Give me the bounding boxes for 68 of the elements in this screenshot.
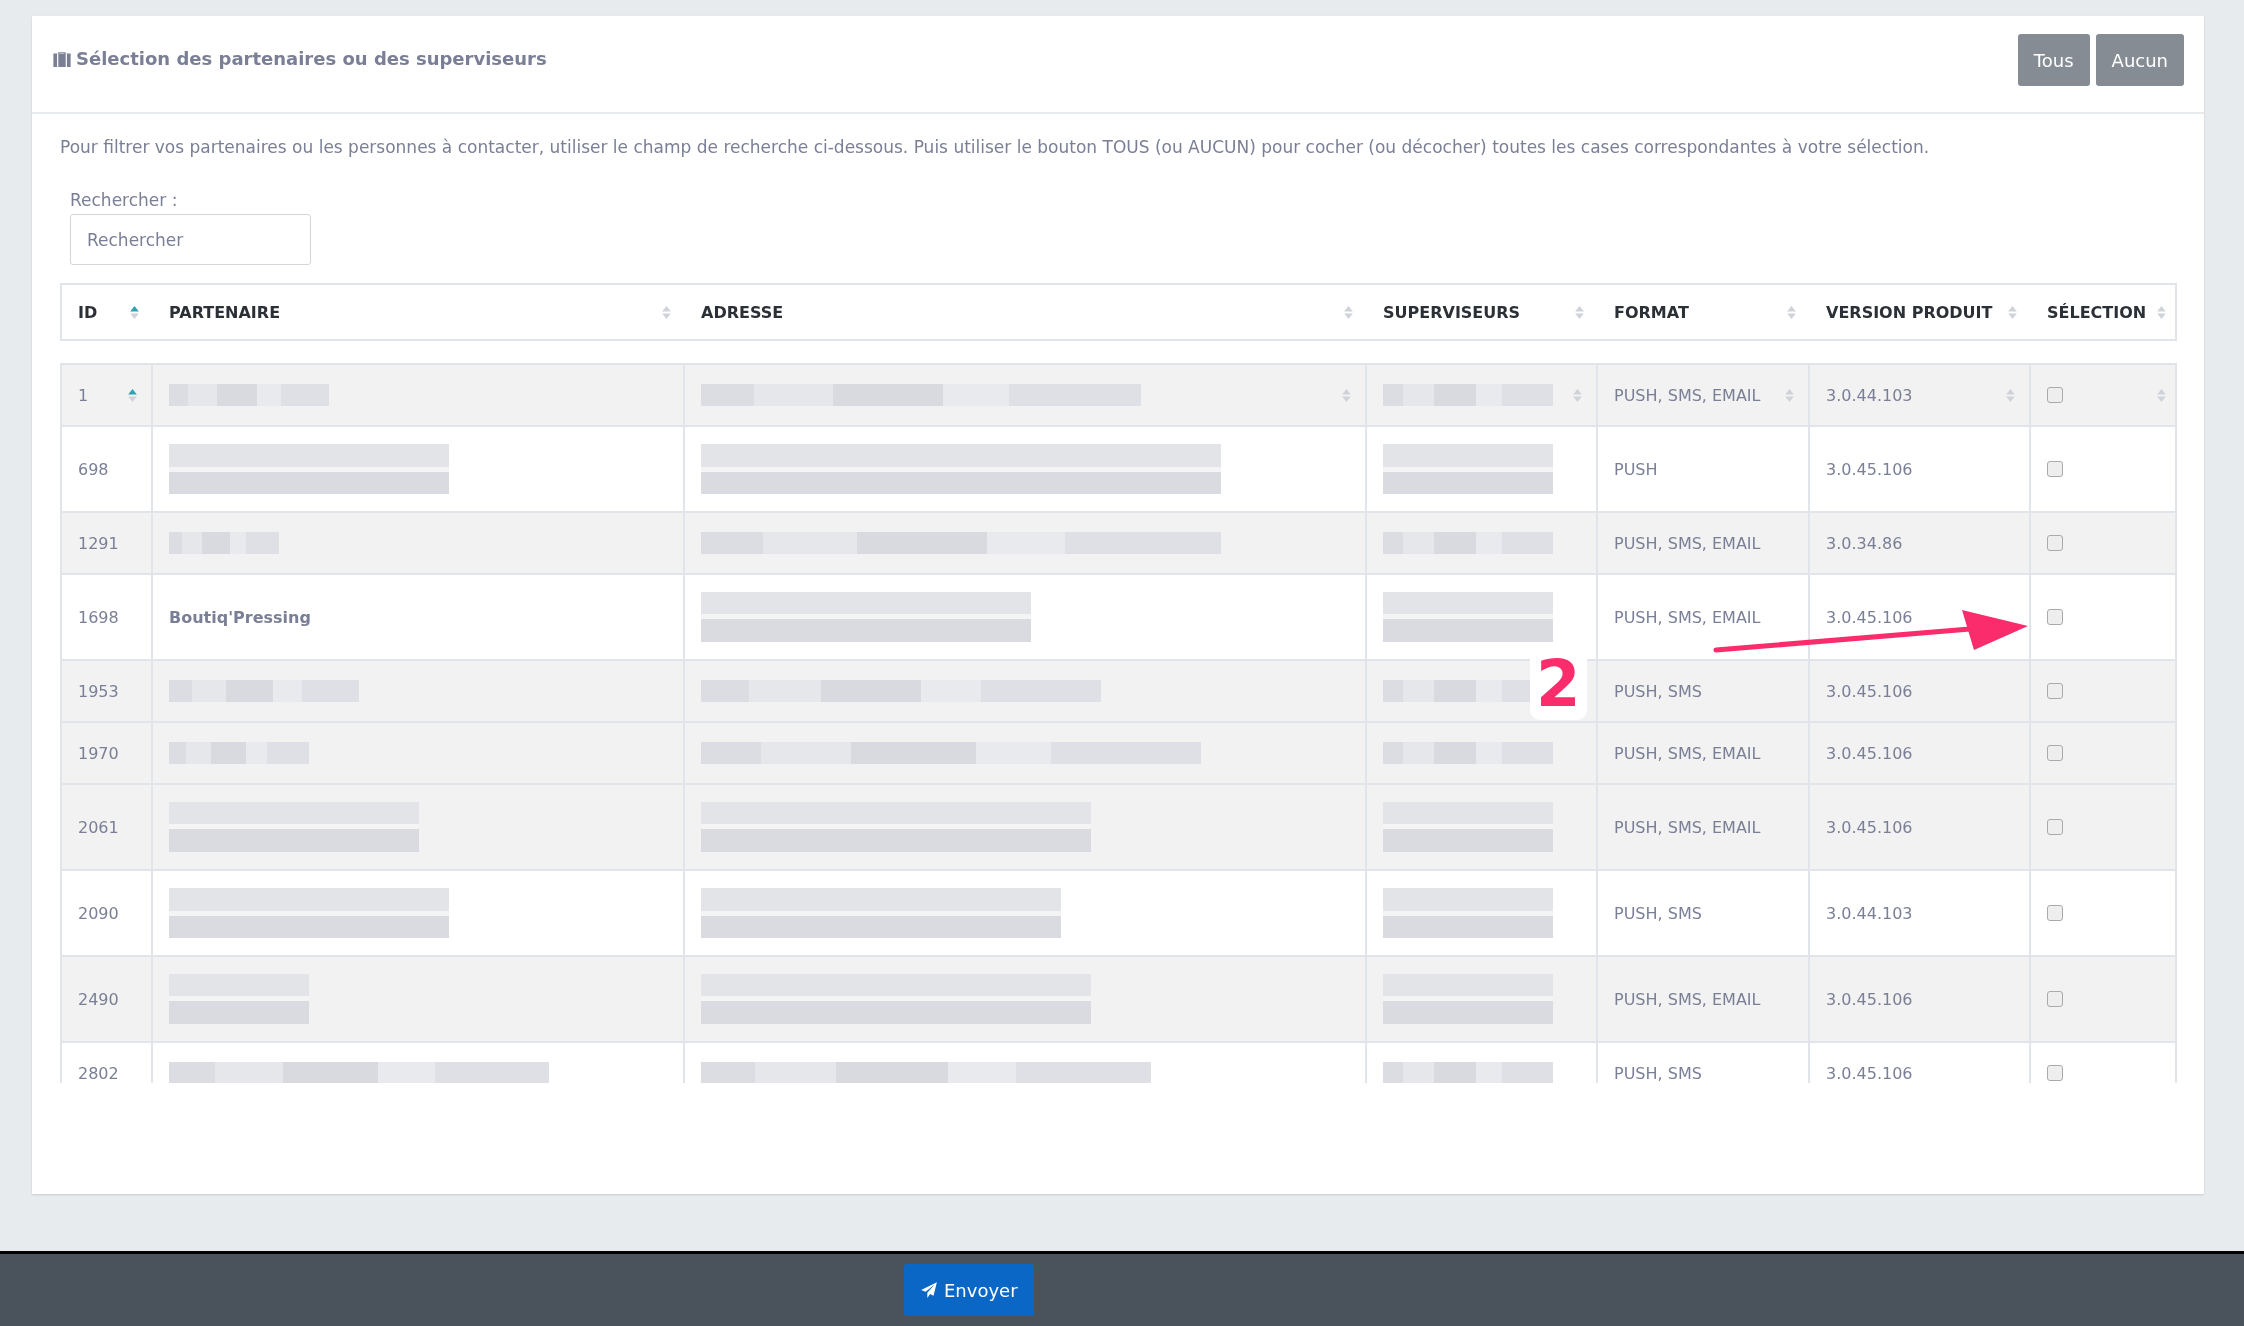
table-cell: PUSH, SMS, EMAIL — [1614, 385, 1761, 405]
column-header[interactable]: FORMAT — [1614, 302, 1689, 322]
table-cell: 2090 — [78, 903, 119, 923]
row-checkbox[interactable] — [2047, 905, 2063, 921]
table-cell: Boutiq'Pressing — [169, 607, 311, 627]
briefcase-icon — [52, 50, 72, 67]
table-cell: 3.0.45.106 — [1826, 989, 1913, 1009]
sort-icon[interactable] — [1575, 305, 1584, 319]
column-header[interactable]: PARTENAIRE — [169, 302, 281, 322]
sort-icon[interactable] — [1573, 388, 1582, 402]
row-checkbox[interactable] — [2047, 609, 2063, 625]
table-cell: PUSH, SMS — [1614, 903, 1702, 923]
row-checkbox[interactable] — [2047, 745, 2063, 761]
sort-icon[interactable] — [2008, 305, 2017, 319]
sort-icon[interactable] — [128, 388, 137, 402]
paper-plane-icon — [920, 1281, 938, 1299]
table-cell: 2802 — [78, 1063, 119, 1083]
row-checkbox[interactable] — [2047, 535, 2063, 551]
column-header[interactable]: ADRESSE — [701, 302, 784, 322]
search-field[interactable]: Rechercher — [70, 214, 311, 265]
table-cell: PUSH, SMS, EMAIL — [1614, 817, 1761, 837]
table-cell: 3.0.34.86 — [1826, 533, 1903, 553]
send-button[interactable]: Envoyer — [904, 1264, 1034, 1316]
table-cell: 3.0.45.106 — [1826, 817, 1913, 837]
sort-icon[interactable] — [1787, 305, 1796, 319]
row-checkbox[interactable] — [2047, 461, 2063, 477]
table-cell: 3.0.45.106 — [1826, 607, 1913, 627]
table-cell: PUSH, SMS — [1614, 1063, 1702, 1083]
row-checkbox[interactable] — [2047, 1065, 2063, 1081]
table-cell: PUSH, SMS, EMAIL — [1614, 743, 1761, 763]
table-cell: 3.0.45.106 — [1826, 1063, 1913, 1083]
sort-icon[interactable] — [1342, 388, 1351, 402]
column-header[interactable]: VERSION PRODUIT — [1826, 302, 1993, 322]
table-cell: 1 — [78, 385, 89, 405]
table-cell: 698 — [78, 459, 109, 479]
panel-title: Sélection des partenaires ou des superviseurs — [76, 48, 547, 69]
table-cell: 1291 — [78, 533, 119, 553]
sort-icon[interactable] — [2006, 388, 2015, 402]
table-cell: 2061 — [78, 817, 119, 837]
table-cell: 3.0.44.103 — [1826, 903, 1913, 923]
table-cell: 3.0.45.106 — [1826, 743, 1913, 763]
table-cell: PUSH, SMS, EMAIL — [1614, 533, 1761, 553]
row-checkbox[interactable] — [2047, 387, 2063, 403]
row-checkbox[interactable] — [2047, 819, 2063, 835]
table-cell: PUSH — [1614, 459, 1658, 479]
table-cell: PUSH, SMS — [1614, 681, 1702, 701]
table-cell: 2490 — [78, 989, 119, 1009]
row-checkbox[interactable] — [2047, 683, 2063, 699]
column-header[interactable]: SUPERVISEURS — [1383, 302, 1521, 322]
table-cell: 3.0.44.103 — [1826, 385, 1913, 405]
sort-icon[interactable] — [2157, 388, 2166, 402]
row-checkbox[interactable] — [2047, 991, 2063, 1007]
sort-icon[interactable] — [1344, 305, 1353, 319]
sort-icon[interactable] — [1785, 388, 1794, 402]
search-label: Rechercher : — [70, 190, 179, 210]
description-text: Pour filtrer vos partenaires ou les personnes à contacter, utiliser le champ de recherche ci-dessous. Puis utiliser le bouton TOUS (ou AUCUN) pour cocher (ou décocher) toutes les cases correspondantes à votre sélection. — [60, 136, 1931, 159]
column-header[interactable]: SÉLECTION — [2047, 302, 2147, 322]
table-cell: PUSH, SMS, EMAIL — [1614, 607, 1761, 627]
sort-icon[interactable] — [130, 305, 139, 319]
column-header[interactable]: ID — [78, 302, 98, 322]
table-cell: 1698 — [78, 607, 119, 627]
table-cell: 3.0.45.106 — [1826, 459, 1913, 479]
table-cell: PUSH, SMS, EMAIL — [1614, 989, 1761, 1009]
table-cell: 3.0.45.106 — [1826, 681, 1913, 701]
sort-icon[interactable] — [2157, 305, 2166, 319]
sort-icon[interactable] — [662, 305, 671, 319]
table-cell: 1970 — [78, 743, 119, 763]
table-cell: 1953 — [78, 681, 119, 701]
